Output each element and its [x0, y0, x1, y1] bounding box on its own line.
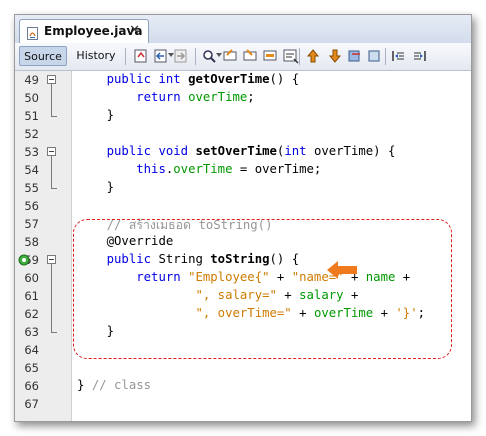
find-previous-icon[interactable]: [223, 48, 239, 64]
code-line[interactable]: 53 public void setOverTime(int overTime)…: [15, 143, 471, 161]
fold-guide-end: [51, 116, 57, 117]
code-text: }: [77, 180, 115, 194]
toolbar-separator: [195, 48, 196, 65]
next-bookmark-icon[interactable]: [347, 48, 363, 64]
shift-right-icon[interactable]: [411, 48, 427, 64]
code-text: } // class: [77, 378, 152, 392]
line-number: 62: [24, 307, 39, 321]
fold-guide: [51, 156, 52, 188]
line-number: 55: [24, 181, 39, 195]
toolbar-separator: [299, 48, 300, 65]
toggle-rectangular-selection-icon[interactable]: [305, 48, 321, 64]
fold-toggle-icon[interactable]: [47, 75, 56, 84]
highlight-box: [73, 219, 452, 359]
line-number: 67: [24, 397, 39, 411]
fold-guide-end: [51, 188, 57, 189]
close-icon[interactable]: ✕: [129, 23, 140, 38]
forward-icon[interactable]: [173, 48, 189, 64]
find-icon[interactable]: [201, 48, 217, 64]
pointer-arrow-icon: [327, 261, 357, 279]
tab-title: Employee.java: [44, 24, 143, 38]
line-number: 60: [24, 271, 39, 285]
chevron-down-icon[interactable]: [216, 53, 222, 57]
code-text: return overTime;: [136, 90, 255, 104]
toolbar-separator: [125, 48, 126, 65]
line-number: 61: [24, 289, 39, 303]
code-line[interactable]: 56: [15, 197, 471, 215]
toggle-bookmark-icon[interactable]: [367, 48, 383, 64]
code-line[interactable]: 49 public int getOverTime() {: [15, 71, 471, 89]
history-button[interactable]: History: [71, 46, 121, 66]
code-line[interactable]: 66 } // class: [15, 377, 471, 395]
previous-bookmark-icon[interactable]: [327, 48, 343, 64]
fold-toggle-icon[interactable]: [47, 255, 56, 264]
code-line[interactable]: 65: [15, 359, 471, 377]
fold-guide: [51, 264, 52, 332]
tab-employee-java[interactable]: Employee.java ✕: [19, 19, 149, 43]
code-line[interactable]: 67: [15, 395, 471, 413]
line-number: 56: [24, 199, 39, 213]
line-number: 49: [24, 73, 39, 87]
line-number: 52: [24, 127, 39, 141]
code-text: this.overTime = overTime;: [136, 162, 322, 176]
code-text: public void setOverTime(int overTime) {: [106, 144, 396, 158]
source-button[interactable]: Source: [19, 46, 67, 66]
code-line[interactable]: 51 }: [15, 107, 471, 125]
code-text: }: [77, 108, 115, 122]
find-selection-icon[interactable]: [263, 48, 279, 64]
line-number: 63: [24, 325, 39, 339]
line-number: 50: [24, 91, 39, 105]
shift-left-icon[interactable]: [391, 48, 407, 64]
line-number: 65: [24, 361, 39, 375]
code-line[interactable]: 50 return overTime;: [15, 89, 471, 107]
line-number: 66: [24, 379, 39, 393]
toggle-highlight-icon[interactable]: [283, 48, 299, 64]
line-number: 54: [24, 163, 39, 177]
back-icon[interactable]: [153, 48, 169, 64]
last-edit-icon[interactable]: [133, 48, 149, 64]
find-next-icon[interactable]: [243, 48, 259, 64]
java-file-icon: [26, 25, 39, 40]
editor-toolbar: Source History: [15, 43, 471, 71]
code-editor[interactable]: 49 public int getOverTime() {50 return o…: [15, 71, 471, 421]
override-marker-icon[interactable]: [18, 254, 30, 266]
fold-guide-end: [51, 332, 57, 333]
code-line[interactable]: 52: [15, 125, 471, 143]
toolbar-separator: [385, 48, 386, 65]
line-number: 51: [24, 109, 39, 123]
editor-window: Employee.java ✕ Source History 49 public…: [14, 14, 472, 422]
tab-strip: Employee.java ✕: [15, 15, 471, 44]
line-number: 58: [24, 235, 39, 249]
line-number: 57: [24, 217, 39, 231]
line-number: 53: [24, 145, 39, 159]
code-line[interactable]: 55 }: [15, 179, 471, 197]
fold-guide: [51, 84, 52, 116]
fold-toggle-icon[interactable]: [47, 147, 56, 156]
code-line[interactable]: 54 this.overTime = overTime;: [15, 161, 471, 179]
code-text: public int getOverTime() {: [106, 72, 300, 86]
line-number: 64: [24, 343, 39, 357]
